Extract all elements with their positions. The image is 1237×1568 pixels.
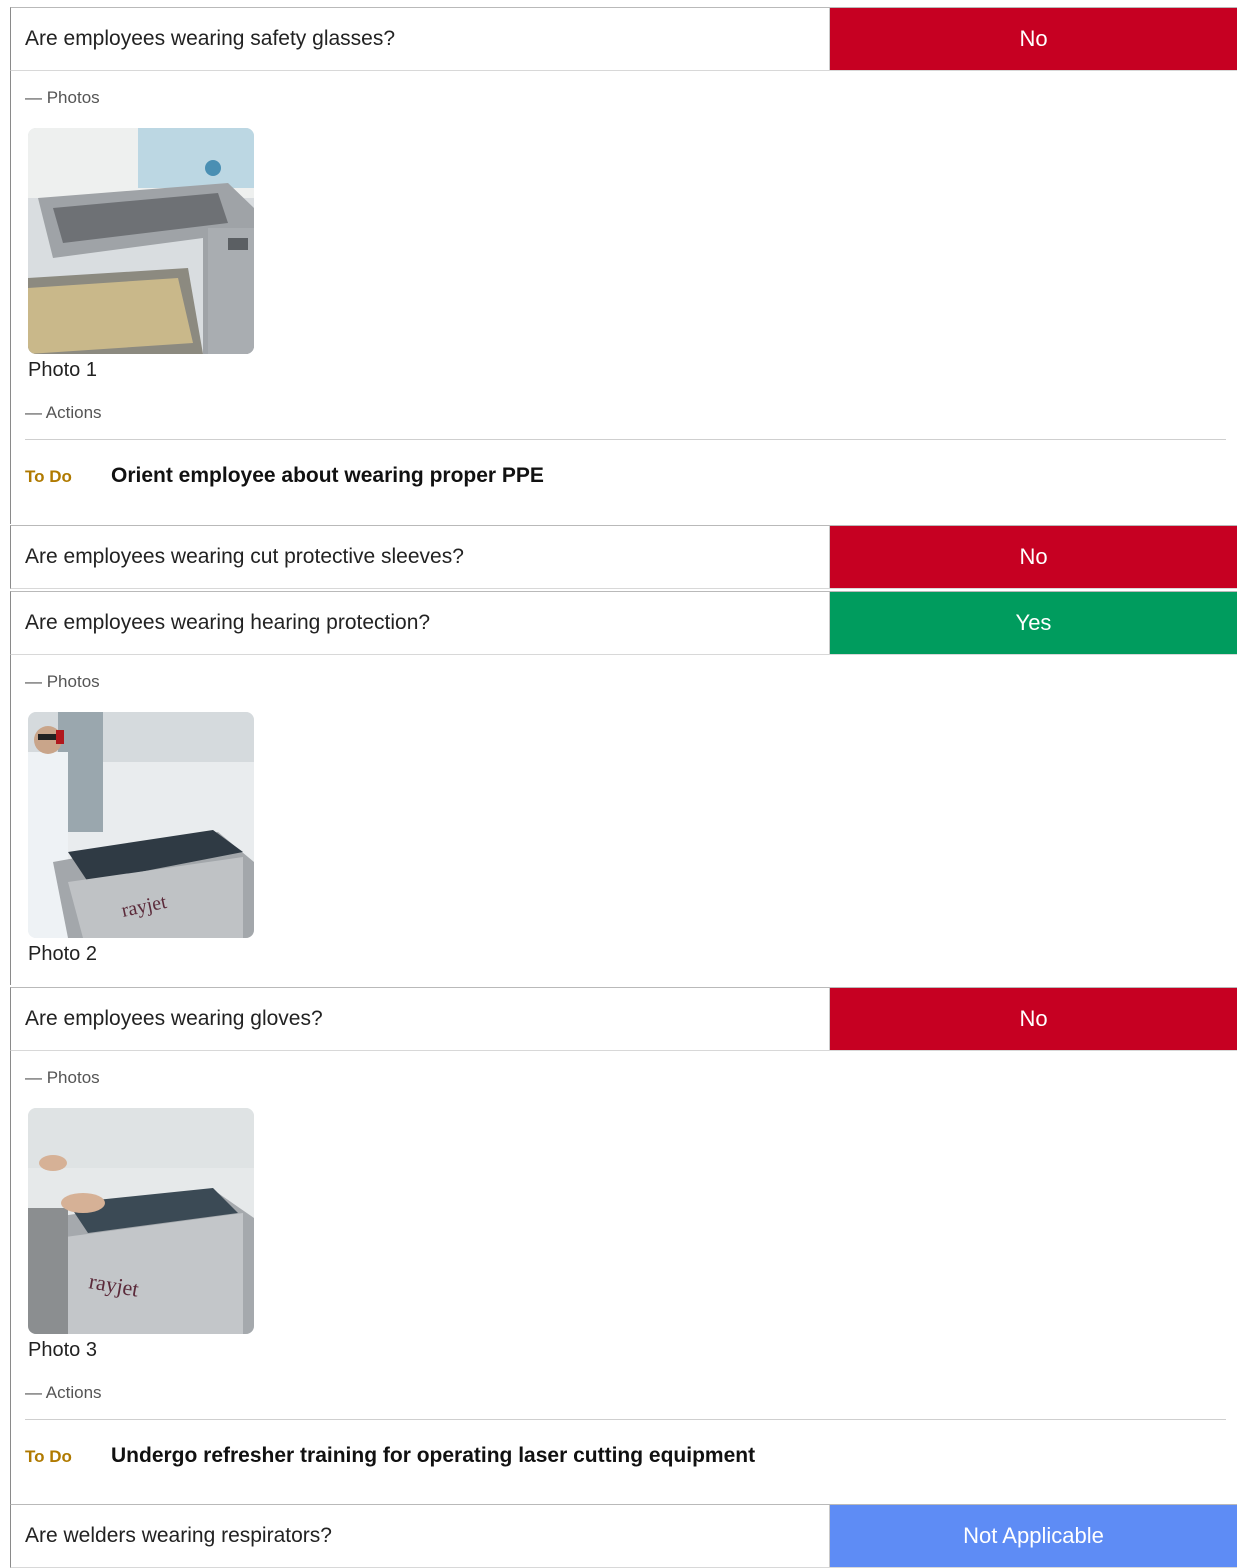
photos-label: — Photos [25, 1068, 100, 1087]
question-row: Are employees wearing hearing protection… [10, 591, 1237, 655]
action-status: To Do [25, 467, 72, 486]
response-badge: No [829, 988, 1237, 1050]
divider [25, 439, 1226, 440]
photo-thumbnail[interactable]: rayjet [28, 712, 254, 938]
question-row: Are welders wearing respirators? Not App… [10, 1504, 1237, 1568]
photo-caption: Photo 3 [28, 1339, 97, 1361]
response-badge: Not Applicable [829, 1505, 1237, 1567]
photo-caption: Photo 2 [28, 943, 97, 965]
question-text: Are employees wearing safety glasses? [25, 27, 396, 50]
action-title[interactable]: Orient employee about wearing proper PPE [111, 464, 544, 488]
photos-label: — Photos [25, 672, 100, 691]
question-row: Are employees wearing cut protective sle… [10, 525, 1237, 589]
response-badge: No [829, 526, 1237, 588]
photo-thumbnail[interactable]: rayjet [28, 1108, 254, 1334]
question-text: Are employees wearing hearing protection… [25, 611, 431, 634]
question-details: — Photos rayjet Photo 3 — Actions To Do … [10, 1051, 1237, 1504]
question-text: Are employees wearing gloves? [25, 1007, 323, 1030]
question-row: Are employees wearing gloves? No [10, 987, 1237, 1051]
response-badge: Yes [829, 592, 1237, 654]
photo-thumbnail[interactable] [28, 128, 254, 354]
actions-label: — Actions [25, 1383, 102, 1402]
response-badge: No [829, 8, 1237, 70]
question-details: — Photos rayjet Photo 2 [10, 655, 1237, 985]
divider [25, 1419, 1226, 1420]
question-text: Are employees wearing cut protective sle… [25, 545, 464, 568]
action-status: To Do [25, 1447, 72, 1466]
action-title[interactable]: Undergo refresher training for operating… [111, 1444, 755, 1468]
actions-label: — Actions [25, 403, 102, 422]
question-text: Are welders wearing respirators? [25, 1524, 332, 1547]
photos-label: — Photos [25, 88, 100, 107]
photo-caption: Photo 1 [28, 359, 97, 381]
question-details: — Photos Photo 1 — Actions To Do Orient … [10, 71, 1237, 524]
question-row: Are employees wearing safety glasses? No [10, 7, 1237, 71]
